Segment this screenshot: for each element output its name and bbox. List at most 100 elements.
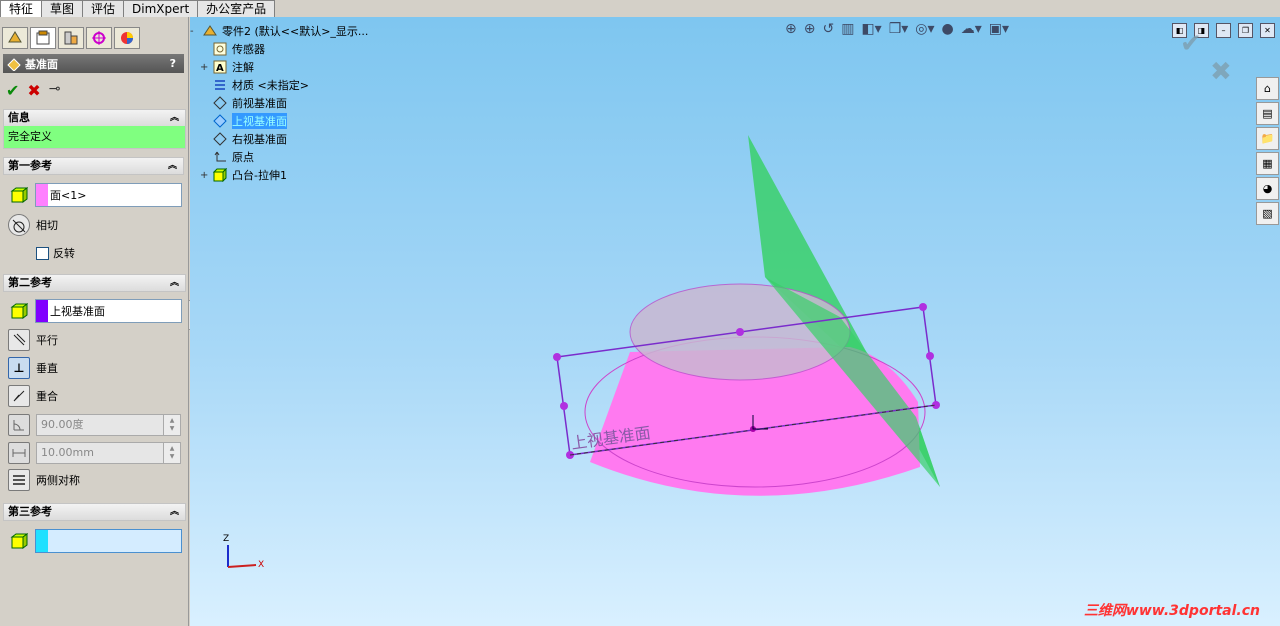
property-manager-icon[interactable] bbox=[30, 27, 56, 49]
tree-item-sensors[interactable]: 传感器 bbox=[190, 40, 368, 58]
second-reference-header[interactable]: 第二参考 ︽ bbox=[4, 275, 185, 291]
third-reference-group: 第三参考 ︽ bbox=[3, 503, 186, 521]
third-reference-header[interactable]: 第三参考 ︽ bbox=[4, 504, 185, 520]
plane-icon bbox=[212, 95, 228, 111]
distance-spinner[interactable]: ▲ ▼ bbox=[163, 442, 181, 464]
perpendicular-label: 垂直 bbox=[36, 362, 58, 375]
property-manager: 基准面 ? ✔ ✖ ⊸ 信息 ︽ 完全定义 第一参考 ︽ 面<1> 相切 反转 第二… bbox=[0, 17, 189, 626]
tree-item-origin[interactable]: 原点 bbox=[190, 148, 368, 166]
second-reference-label: 第二参考 bbox=[8, 276, 52, 289]
display-manager-icon[interactable] bbox=[114, 27, 140, 49]
parallel-button[interactable] bbox=[8, 329, 30, 351]
first-reference-group: 第一参考 ︽ bbox=[3, 157, 184, 267]
cancel-icon[interactable]: ✖ bbox=[27, 81, 40, 100]
info-header[interactable]: 信息 ︽ bbox=[4, 110, 185, 126]
tangent-label: 相切 bbox=[36, 219, 58, 232]
part-icon bbox=[202, 23, 218, 39]
angle-row bbox=[8, 414, 30, 436]
tree-item-label: 原点 bbox=[232, 151, 254, 164]
manager-icon-bar bbox=[2, 27, 142, 49]
flip-row: 反转 bbox=[36, 245, 75, 261]
axis-triad: Z X bbox=[223, 534, 264, 570]
help-button[interactable]: ? bbox=[170, 57, 176, 70]
tangent-button[interactable] bbox=[8, 214, 30, 236]
plane-icon bbox=[212, 131, 228, 147]
sensor-icon bbox=[212, 41, 228, 57]
extrude-icon bbox=[212, 167, 228, 183]
perpendicular-icon: ⊥ bbox=[13, 361, 25, 375]
tree-item-boss-extrude[interactable]: + 凸台-拉伸1 bbox=[190, 166, 368, 184]
face-select-icon bbox=[8, 184, 30, 206]
symmetric-label: 两侧对称 bbox=[36, 474, 80, 487]
expand-icon[interactable]: + bbox=[200, 62, 212, 73]
dimxpert-manager-icon[interactable] bbox=[86, 27, 112, 49]
ok-icon[interactable]: ✔ bbox=[6, 81, 19, 100]
distance-input[interactable]: 10.00mm bbox=[36, 442, 164, 464]
command-tabs: 特征 草图 评估 DimXpert 办公室产品 bbox=[0, 0, 276, 17]
first-reference-row bbox=[8, 184, 30, 206]
info-status: 完全定义 bbox=[4, 126, 185, 148]
tree-item-label: 凸台-拉伸1 bbox=[232, 169, 287, 182]
tangent-row: 相切 bbox=[8, 214, 58, 236]
tree-item-material[interactable]: 材质 <未指定> bbox=[190, 76, 368, 94]
expand-icon[interactable]: + bbox=[200, 170, 212, 181]
tab-evaluate[interactable]: 评估 bbox=[82, 0, 125, 17]
second-reference-value: 上视基准面 bbox=[50, 305, 105, 318]
tree-item-label: 注解 bbox=[232, 61, 254, 74]
feature-tree: - 零件2 (默认<<默认>_显示... 传感器 + A 注解 材质 <未指定>… bbox=[190, 22, 368, 184]
panel-title: 基准面 bbox=[25, 57, 58, 71]
tab-sketch[interactable]: 草图 bbox=[41, 0, 84, 17]
collapse-chevron-icon: ︽ bbox=[167, 161, 177, 171]
collapse-chevron-icon: ︽ bbox=[169, 113, 179, 123]
tree-item-label: 右视基准面 bbox=[232, 133, 287, 146]
tree-item-label: 前视基准面 bbox=[232, 97, 287, 110]
tree-item-right-plane[interactable]: 右视基准面 bbox=[190, 130, 368, 148]
coincident-button[interactable] bbox=[8, 385, 30, 407]
info-group: 信息 ︽ 完全定义 bbox=[3, 109, 186, 149]
second-reference-selection[interactable]: 上视基准面 bbox=[35, 299, 182, 323]
first-reference-header[interactable]: 第一参考 ︽ bbox=[3, 157, 184, 175]
pushpin-icon[interactable]: ⊸ bbox=[49, 81, 61, 100]
tab-features[interactable]: 特征 bbox=[0, 0, 43, 17]
annotation-icon: A bbox=[212, 59, 228, 75]
collapse-icon[interactable]: - bbox=[190, 26, 202, 37]
flip-label: 反转 bbox=[53, 247, 75, 260]
flip-checkbox[interactable] bbox=[36, 246, 49, 260]
svg-text:A: A bbox=[216, 63, 224, 74]
origin-icon bbox=[212, 149, 228, 165]
distance-button[interactable] bbox=[8, 442, 30, 464]
tree-item-label: 材质 <未指定> bbox=[232, 79, 309, 92]
second-reference-row bbox=[8, 300, 30, 322]
tree-item-annotations[interactable]: + A 注解 bbox=[190, 58, 368, 76]
color-swatch bbox=[36, 300, 48, 322]
tree-item-top-plane[interactable]: 上视基准面 bbox=[190, 112, 368, 130]
angle-button[interactable] bbox=[8, 414, 30, 436]
first-reference-selection[interactable]: 面<1> bbox=[35, 183, 182, 207]
tree-item-label: 上视基准面 bbox=[232, 113, 287, 129]
material-icon bbox=[212, 77, 228, 93]
tree-item-label: 传感器 bbox=[232, 43, 265, 56]
third-reference-row bbox=[8, 530, 30, 552]
plane-icon bbox=[212, 113, 228, 129]
triad-z-label: Z bbox=[223, 534, 229, 544]
tree-item-front-plane[interactable]: 前视基准面 bbox=[190, 94, 368, 112]
tab-office[interactable]: 办公室产品 bbox=[197, 0, 276, 17]
feature-manager-icon[interactable] bbox=[2, 27, 28, 49]
perpendicular-button[interactable]: ⊥ bbox=[8, 357, 30, 379]
face-select-icon bbox=[8, 530, 30, 552]
perpendicular-row: ⊥ 垂直 bbox=[8, 357, 58, 379]
parallel-label: 平行 bbox=[36, 334, 58, 347]
color-swatch bbox=[36, 530, 48, 552]
angle-spinner[interactable]: ▲ ▼ bbox=[163, 414, 181, 436]
parallel-row: 平行 bbox=[8, 329, 58, 351]
distance-row bbox=[8, 442, 30, 464]
tab-dimxpert[interactable]: DimXpert bbox=[123, 0, 199, 17]
configuration-manager-icon[interactable] bbox=[58, 27, 84, 49]
color-swatch bbox=[36, 184, 48, 206]
tree-root[interactable]: - 零件2 (默认<<默认>_显示... bbox=[190, 22, 368, 40]
third-reference-selection[interactable] bbox=[35, 529, 182, 553]
first-reference-value: 面<1> bbox=[50, 189, 87, 202]
symmetric-button[interactable] bbox=[8, 469, 30, 491]
angle-input[interactable]: 90.00度 bbox=[36, 414, 164, 436]
triad-x-label: X bbox=[258, 560, 264, 570]
